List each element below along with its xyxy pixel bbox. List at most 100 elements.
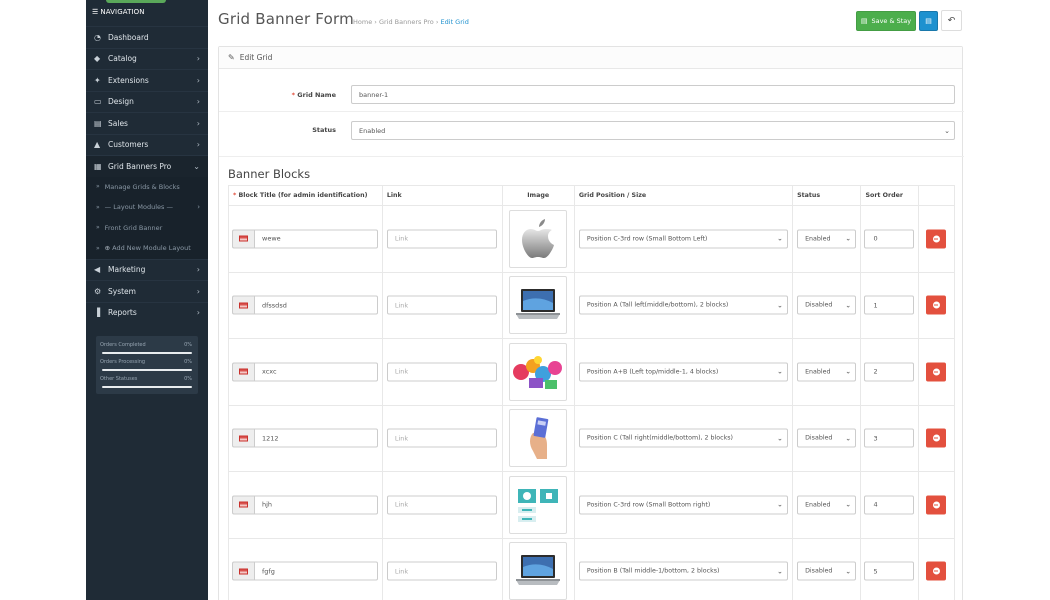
submenu-item-1[interactable]: » Manage Grids & Blocks	[86, 177, 208, 198]
sidebar-item-sales[interactable]: ▤ Sales ›	[86, 112, 208, 134]
link-input[interactable]: Link	[386, 362, 497, 382]
row-status-select[interactable]: Disabled ⌄	[797, 561, 857, 581]
banner-image-thumbnail[interactable]	[509, 342, 568, 401]
row-status-select[interactable]: Enabled ⌄	[797, 229, 857, 249]
link-input[interactable]: Link	[386, 495, 497, 515]
row-status-value: Enabled	[805, 235, 831, 243]
panel-heading-text: Edit Grid	[239, 53, 273, 62]
grid-position-value: Position C (Tall right(middle/bottom), 2…	[586, 434, 733, 442]
cell-status: Enabled ⌄	[792, 338, 862, 406]
row-status-select[interactable]: Enabled ⌄	[797, 495, 857, 515]
sort-order-input[interactable]: 5	[864, 561, 915, 581]
grid-position-select[interactable]: Position A (Tall left(middle/bottom), 2 …	[578, 295, 788, 315]
grid-name-input[interactable]: banner-1	[351, 85, 955, 104]
chevron-right-icon: ›	[196, 140, 200, 150]
sort-order-input[interactable]: 3	[864, 428, 915, 448]
puzzle-icon: ✦	[94, 75, 101, 85]
grid-position-select[interactable]: Position A+B (Left top/middle-1, 4 block…	[578, 362, 788, 382]
submenu-item-label: Front Grid Banner	[104, 223, 163, 232]
page-title: Grid Banner Form	[218, 10, 354, 28]
row-status-select[interactable]: Disabled ⌄	[797, 428, 857, 448]
chevron-down-icon: ⌄	[845, 567, 852, 576]
nav-label: NAVIGATION	[100, 8, 145, 16]
chevron-down-icon: ⌄	[845, 301, 852, 310]
col-grid-position: Grid Position / Size	[573, 185, 794, 206]
cell-image	[501, 404, 575, 472]
remove-block-button[interactable]	[926, 428, 947, 448]
breadcrumb-grid-banners[interactable]: Grid Banners Pro	[379, 18, 434, 26]
block-title-field: wewe	[232, 229, 378, 249]
banner-image-thumbnail[interactable]	[509, 209, 568, 268]
block-title-input[interactable]: dfssdsd	[254, 295, 378, 315]
link-input[interactable]: Link	[386, 229, 497, 249]
status-select[interactable]: Enabled ⌄	[351, 121, 955, 140]
sidebar-item-system[interactable]: ⚙ System ›	[86, 280, 208, 302]
row-status-value: Enabled	[805, 368, 831, 376]
row-status-select[interactable]: Disabled ⌄	[797, 295, 857, 315]
sort-order-input[interactable]: 0	[864, 229, 915, 249]
tag-icon: ◆	[94, 54, 101, 64]
chevron-right-icon: ›	[196, 97, 200, 107]
block-title-input[interactable]: wewe	[254, 229, 378, 249]
save-button[interactable]: ▤	[919, 11, 938, 31]
sort-order-input[interactable]: 1	[864, 295, 915, 315]
sidebar-item-customers[interactable]: ▲ Customers ›	[86, 133, 208, 156]
banner-image-thumbnail[interactable]	[509, 409, 568, 468]
sidebar-item-label: Design	[108, 97, 134, 107]
submenu-item-3[interactable]: » Front Grid Banner	[86, 218, 208, 239]
link-input[interactable]: Link	[386, 561, 497, 581]
stat-percent: 0%	[184, 376, 192, 382]
grid-position-select[interactable]: Position C-3rd row (Small Bottom right) ⌄	[578, 495, 788, 515]
remove-block-button[interactable]	[926, 229, 947, 249]
remove-block-button[interactable]	[926, 295, 947, 315]
row-status-select[interactable]: Enabled ⌄	[797, 362, 857, 382]
block-title-input[interactable]: xcxc	[254, 362, 378, 382]
sidebar-item-design[interactable]: ▭ Design ›	[86, 90, 208, 113]
block-title-input[interactable]: hjh	[254, 495, 378, 515]
save-and-stay-button[interactable]: ▤ Save & Stay	[856, 11, 916, 31]
stat-orders-completed: Orders Completed 0%	[100, 340, 194, 357]
cell-sort-order: 1	[860, 271, 919, 339]
banner-image-thumbnail[interactable]	[509, 475, 568, 534]
grid-name-label: * Grid Name	[291, 91, 336, 99]
breadcrumb-home[interactable]: Home	[353, 18, 372, 26]
bar-chart-icon: ▐	[94, 308, 101, 318]
cell-link: Link	[381, 271, 503, 339]
nav-header[interactable]: ☰ NAVIGATION	[86, 0, 208, 26]
sidebar-item-label: Sales	[108, 118, 128, 128]
link-input[interactable]: Link	[386, 295, 497, 315]
cell-actions	[917, 537, 956, 600]
grid-position-select[interactable]: Position C-3rd row (Small Bottom Left) ⌄	[578, 229, 788, 249]
sidebar-item-extensions[interactable]: ✦ Extensions ›	[86, 69, 208, 91]
link-input[interactable]: Link	[386, 428, 497, 448]
breadcrumb-edit-grid[interactable]: Edit Grid	[441, 18, 469, 26]
grid-position-select[interactable]: Position C (Tall right(middle/bottom), 2…	[578, 428, 788, 448]
banner-image-thumbnail[interactable]	[509, 542, 568, 600]
sidebar-item-reports[interactable]: ▐ Reports ›	[86, 301, 208, 324]
banner-image-thumbnail[interactable]	[509, 276, 568, 335]
chevron-down-icon: ⌄	[777, 434, 783, 443]
language-flag-icon	[232, 229, 254, 249]
back-button[interactable]: ↶	[941, 10, 962, 31]
cell-grid-position: Position A+B (Left top/middle-1, 4 block…	[573, 338, 794, 406]
submenu-item-4[interactable]: » ⊕ Add New Module Layout	[86, 238, 208, 259]
stat-orders-processing: Orders Processing 0%	[100, 357, 194, 374]
block-title-input[interactable]: 1212	[254, 428, 378, 448]
sort-order-input[interactable]: 2	[864, 362, 915, 382]
double-chevron-icon: »	[96, 183, 100, 191]
submenu-item-2[interactable]: » — Layout Modules — ›	[86, 197, 208, 218]
sidebar-item-dashboard[interactable]: ◔ Dashboard	[86, 26, 208, 48]
block-title-field: 1212	[232, 428, 378, 448]
sort-order-input[interactable]: 4	[864, 495, 915, 515]
sidebar-item-label: Extensions	[108, 75, 149, 85]
sidebar-item-marketing[interactable]: ◀ Marketing ›	[86, 258, 208, 281]
sidebar-item-grid-banners-pro[interactable]: ▦ Grid Banners Pro ⌄	[86, 155, 208, 177]
grid-position-select[interactable]: Position B (Tall middle-1/bottom, 2 bloc…	[578, 561, 788, 581]
sidebar-item-catalog[interactable]: ◆ Catalog ›	[86, 47, 208, 70]
remove-block-button[interactable]	[926, 561, 947, 581]
block-title-input[interactable]: fgfg	[254, 561, 378, 581]
row-status-value: Disabled	[805, 567, 833, 575]
remove-block-button[interactable]	[926, 495, 947, 515]
remove-block-button[interactable]	[926, 362, 947, 382]
grid-position-value: Position C-3rd row (Small Bottom Left)	[586, 235, 708, 243]
